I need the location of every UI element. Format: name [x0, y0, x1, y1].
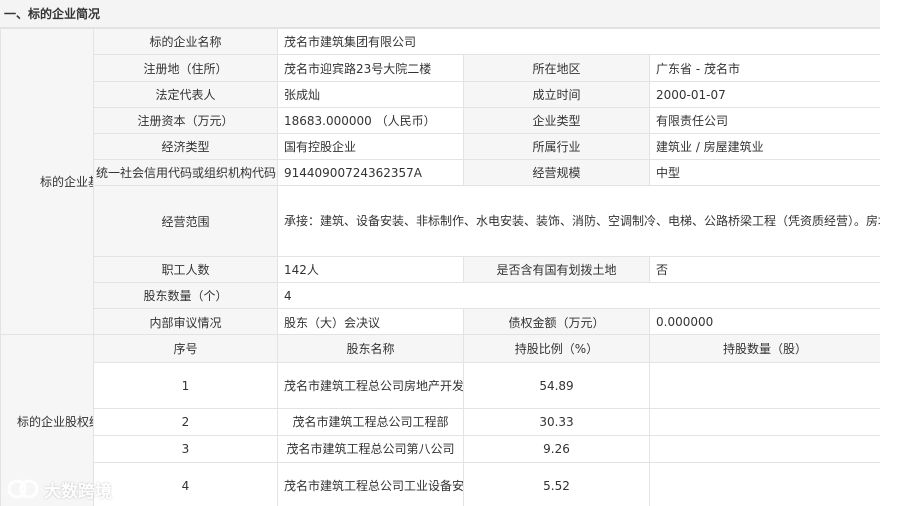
header-shares: 持股数量（股） — [649, 334, 881, 363]
econ-type-label: 经济类型 — [93, 133, 278, 160]
table-row: 4 茂名市建筑工程总公司工业设备安装公司 5.52 — [1, 462, 881, 506]
company-type-label: 企业类型 — [463, 107, 650, 134]
capital-value: 18683.000000 （人民币） — [277, 107, 464, 134]
staff-label: 职工人数 — [93, 256, 278, 283]
row-seq: 4 — [93, 462, 278, 506]
founded-label: 成立时间 — [463, 81, 650, 108]
debt-label: 债权金额（万元） — [463, 308, 650, 336]
industry-label: 所属行业 — [463, 133, 650, 160]
equity-header-row: 标的企业股权结构 序号 股东名称 持股比例（%） 持股数量（股） — [0, 334, 881, 506]
header-shareholder-name: 股东名称 — [277, 334, 464, 363]
row-shareholder-name: 茂名市建筑工程总公司工业设备安装公司 — [277, 462, 464, 506]
row-shareholder-name: 茂名市建筑工程总公司工程部 — [277, 408, 464, 436]
section-title: 一、标的企业简况 — [0, 0, 880, 28]
scope-value: 承接：建筑、设备安装、非标制作、水电安装、装饰、消防、空调制冷、电梯、公路桥梁工… — [276, 185, 882, 257]
econ-type-value: 国有控股企业 — [277, 133, 464, 160]
row-shares — [649, 362, 881, 409]
row-econ-type: 经济类型 国有控股企业 所属行业 建筑业 / 房屋建筑业 — [1, 133, 882, 160]
table-row: 1 茂名市建筑工程总公司房地产开发公司 54.89 — [1, 362, 881, 409]
industry-value: 建筑业 / 房屋建筑业 — [648, 133, 882, 160]
row-shareholder-name: 茂名市建筑工程总公司房地产开发公司 — [277, 362, 464, 409]
equity-table: 标的企业股权结构 序号 股东名称 持股比例（%） 持股数量（股） 1 茂名市建筑… — [0, 334, 881, 506]
row-shareholder-count: 股东数量（个） 4 — [1, 282, 882, 309]
row-staff: 职工人数 142人 是否含有国有划拨土地 否 — [1, 256, 882, 283]
equity-side-label-text: 标的企业股权结构 — [17, 414, 93, 429]
reg-address-value: 茂名市迎宾路23号大院二楼 — [277, 54, 464, 82]
state-land-value: 否 — [648, 256, 882, 283]
scale-label: 经营规模 — [463, 159, 650, 186]
debt-value: 0.000000 — [648, 308, 882, 336]
region-label: 所在地区 — [463, 54, 650, 82]
row-review: 内部审议情况 股东（大）会决议 债权金额（万元） 0.000000 — [1, 308, 882, 336]
row-scope: 经营范围 承接：建筑、设备安装、非标制作、水电安装、装饰、消防、空调制冷、电梯、… — [1, 185, 882, 257]
company-type-value: 有限责任公司 — [648, 107, 882, 134]
credit-code-value: 91440900724362357A — [277, 159, 464, 186]
founded-value: 2000-01-07 — [648, 81, 882, 108]
header-ratio: 持股比例（%） — [463, 334, 650, 363]
row-company-name: 标的企业基本情况 标的企业名称 茂名市建筑集团有限公司 — [0, 28, 882, 336]
scale-value: 中型 — [648, 159, 882, 186]
header-seq: 序号 — [93, 334, 278, 363]
review-value: 股东（大）会决议 — [277, 308, 464, 336]
row-capital: 注册资本（万元） 18683.000000 （人民币） 企业类型 有限责任公司 — [1, 107, 882, 134]
shareholder-count-value: 4 — [276, 282, 882, 309]
row-seq: 1 — [93, 362, 278, 409]
row-reg-address: 注册地（住所） 茂名市迎宾路23号大院二楼 所在地区 广东省 - 茂名市 — [1, 54, 882, 82]
row-ratio: 54.89 — [463, 362, 650, 409]
row-shares — [649, 408, 881, 436]
review-label: 内部审议情况 — [93, 308, 278, 336]
row-ratio: 9.26 — [463, 435, 650, 463]
watermark: 大数跨境 — [6, 476, 112, 502]
legal-rep-value: 张成灿 — [277, 81, 464, 108]
shareholder-count-label: 股东数量（个） — [93, 282, 278, 309]
legal-rep-label: 法定代表人 — [93, 81, 278, 108]
row-shares — [649, 462, 881, 506]
state-land-label: 是否含有国有划拨土地 — [463, 256, 650, 283]
row-shareholder-name: 茂名市建筑工程总公司第八公司 — [277, 435, 464, 463]
row-credit-code: 统一社会信用代码或组织机构代码 91440900724362357A 经营规模 … — [1, 159, 882, 186]
row-seq: 3 — [93, 435, 278, 463]
scope-label: 经营范围 — [93, 185, 278, 257]
table-row: 2 茂名市建筑工程总公司工程部 30.33 — [1, 408, 881, 436]
basic-side-label: 标的企业基本情况 — [0, 28, 94, 336]
row-shares — [649, 435, 881, 463]
watermark-text: 大数跨境 — [44, 481, 112, 502]
right-edge-strip — [880, 0, 900, 506]
table-row: 3 茂名市建筑工程总公司第八公司 9.26 — [1, 435, 881, 463]
basic-info-table: 标的企业基本情况 标的企业名称 茂名市建筑集团有限公司 注册地（住所） 茂名市迎… — [0, 28, 882, 336]
credit-code-label: 统一社会信用代码或组织机构代码 — [93, 159, 278, 186]
region-value: 广东省 - 茂名市 — [648, 54, 882, 82]
row-ratio: 30.33 — [463, 408, 650, 436]
row-ratio: 5.52 — [463, 462, 650, 506]
double-loop-logo-icon — [7, 479, 39, 499]
staff-value: 142人 — [277, 256, 464, 283]
company-name-label: 标的企业名称 — [93, 28, 278, 55]
basic-side-label-text: 标的企业基本情况 — [40, 174, 93, 189]
row-legal-rep: 法定代表人 张成灿 成立时间 2000-01-07 — [1, 81, 882, 108]
row-seq: 2 — [93, 408, 278, 436]
company-name-value: 茂名市建筑集团有限公司 — [276, 28, 882, 55]
reg-address-label: 注册地（住所） — [93, 54, 278, 82]
capital-label: 注册资本（万元） — [93, 107, 278, 134]
